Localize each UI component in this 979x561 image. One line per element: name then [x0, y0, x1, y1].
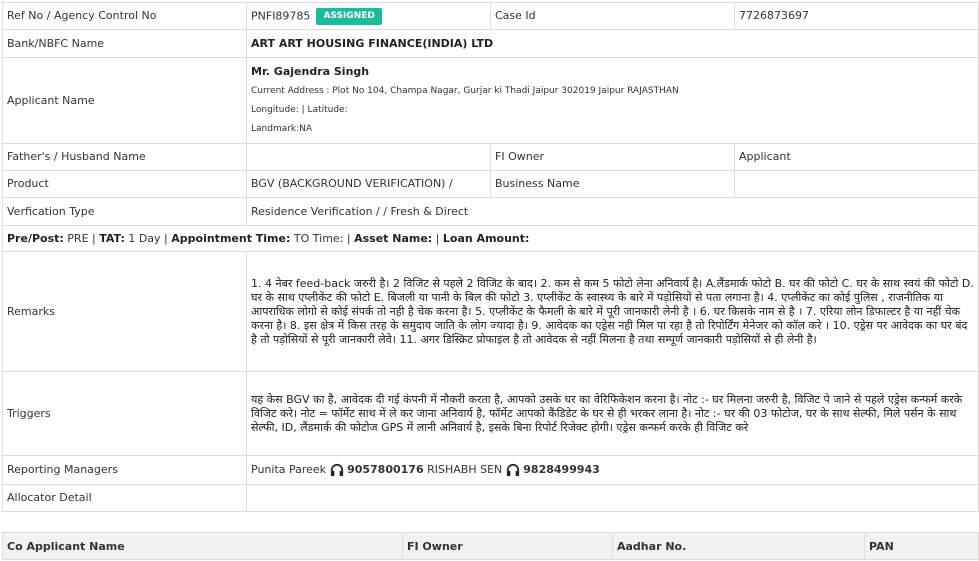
product-row: Product BGV (BACKGROUND VERIFICATION) / …: [2, 170, 979, 198]
manager-2-name: RISHABH SEN: [427, 463, 503, 476]
fi-owner-label: FI Owner: [490, 143, 735, 171]
father-value: [246, 143, 491, 171]
prepost-value: PRE: [67, 231, 89, 245]
co-applicant-name-header: Co Applicant Name: [2, 532, 403, 560]
manager-1-name: Punita Pareek: [251, 463, 327, 476]
allocator-row: Allocator Detail: [2, 484, 979, 512]
bank-row: Bank/NBFC Name ART ART HOUSING FINANCE(I…: [2, 29, 979, 58]
case-detail-table: Ref No / Agency Control No PNFI89785 ASSI…: [2, 2, 979, 512]
applicant-row: Applicant Name Mr. Gajendra Singh Curren…: [2, 57, 979, 144]
allocator-label: Allocator Detail: [2, 484, 247, 512]
co-fi-owner-header: FI Owner: [402, 532, 613, 560]
bank-label: Bank/NBFC Name: [2, 29, 247, 58]
case-id-value: 7726873697: [734, 2, 979, 30]
managers-value: Punita Pareek 9057800176 RISHABH SEN 982…: [246, 455, 979, 485]
headphones-icon: [330, 463, 343, 477]
allocator-value: [246, 484, 979, 512]
applicant-address: Current Address : Plot No 104, Champa Na…: [251, 86, 679, 96]
appointment-label: Appointment Time:: [171, 231, 291, 245]
status-badge: ASSIGNED: [316, 7, 382, 25]
ref-value-cell: PNFI89785 ASSIGNED: [246, 2, 491, 30]
summary-row: Pre/Post: PRE | TAT: 1 Day | Appointment…: [2, 225, 979, 252]
manager-2-phone[interactable]: 9828499943: [523, 463, 600, 476]
applicant-landmark: Landmark:NA: [251, 124, 313, 134]
loan-amount-label: Loan Amount:: [442, 231, 530, 245]
co-applicant-table: Co Applicant Name FI Owner Aadhar No. PA…: [2, 532, 979, 560]
verification-row: Verfication Type Residence Verification …: [2, 197, 979, 226]
headphones-icon: [506, 463, 519, 477]
remarks-row: Remarks 1. 4 नेबर feed-back जरुरी है। 2 …: [2, 251, 979, 372]
applicant-label: Applicant Name: [2, 57, 247, 144]
triggers-row: Triggers यह केस BGV का है, आवेदक दी गई क…: [2, 371, 979, 456]
remarks-label: Remarks: [2, 251, 247, 372]
bank-value: ART ART HOUSING FINANCE(INDIA) LTD: [246, 29, 979, 58]
appointment-value: TO Time:: [293, 231, 344, 245]
case-id-label: Case Id: [490, 2, 735, 30]
business-name-value: [734, 170, 979, 198]
verification-value: Residence Verification / / Fresh & Direc…: [246, 197, 979, 226]
summary-strip: Pre/Post: PRE | TAT: 1 Day | Appointment…: [2, 225, 979, 252]
ref-row: Ref No / Agency Control No PNFI89785 ASSI…: [2, 2, 979, 30]
business-name-label: Business Name: [490, 170, 735, 198]
father-row: Father's / Husband Name FI Owner Applica…: [2, 143, 979, 171]
tat-label: TAT:: [99, 231, 125, 245]
co-applicant-header-row: Co Applicant Name FI Owner Aadhar No. PA…: [2, 532, 979, 560]
applicant-name: Mr. Gajendra Singh: [251, 65, 370, 78]
co-aadhar-header: Aadhar No.: [612, 532, 865, 560]
fi-owner-value: Applicant: [734, 143, 979, 171]
father-label: Father's / Husband Name: [2, 143, 247, 171]
applicant-coords: Longitude: | Latitude:: [251, 105, 348, 115]
managers-label: Reporting Managers: [2, 455, 247, 485]
co-pan-header: PAN: [864, 532, 979, 560]
remarks-text: 1. 4 नेबर feed-back जरुरी है। 2 विजिट से…: [246, 251, 979, 372]
verification-label: Verfication Type: [2, 197, 247, 226]
ref-value: PNFI89785: [251, 9, 311, 22]
triggers-label: Triggers: [2, 371, 247, 456]
applicant-details: Mr. Gajendra Singh Current Address : Plo…: [246, 57, 979, 144]
tat-value: 1 Day: [128, 231, 161, 245]
managers-row: Reporting Managers Punita Pareek 9057800…: [2, 455, 979, 485]
asset-name-label: Asset Name:: [354, 231, 433, 245]
product-label: Product: [2, 170, 247, 198]
triggers-text: यह केस BGV का है, आवेदक दी गई कंपनी में …: [246, 371, 979, 456]
product-value: BGV (BACKGROUND VERIFICATION) /: [246, 170, 491, 198]
manager-1-phone[interactable]: 9057800176: [347, 463, 424, 476]
ref-label: Ref No / Agency Control No: [2, 2, 247, 30]
prepost-label: Pre/Post:: [7, 231, 64, 245]
